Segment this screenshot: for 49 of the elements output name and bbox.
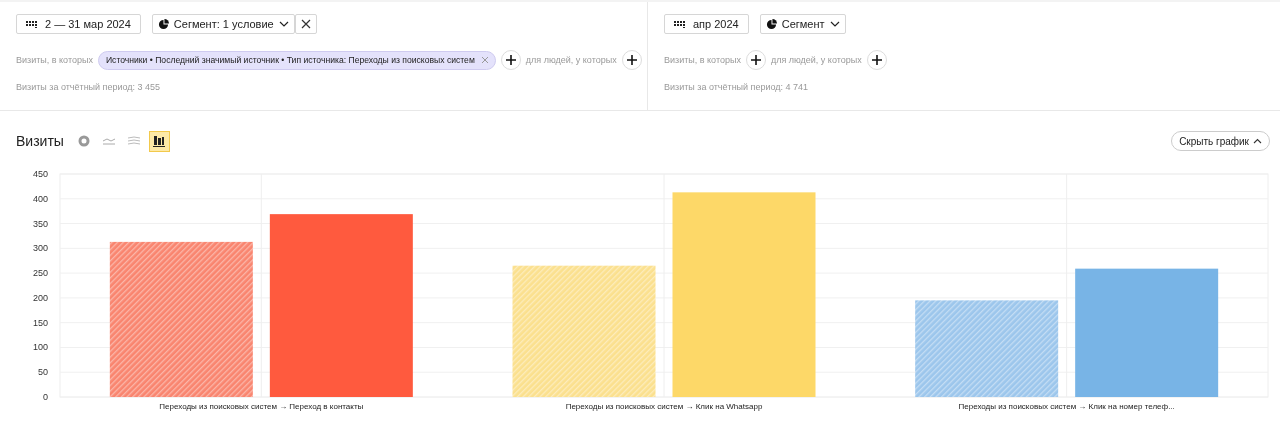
chevron-down-icon [829, 21, 840, 27]
condition-label: Визиты, в которых [664, 55, 741, 65]
close-icon [300, 19, 311, 29]
donut-chart-icon [78, 135, 91, 147]
plus-icon [871, 55, 882, 65]
x-axis-label: Переходы из поисковых систем → Клик на номер телеф... [958, 402, 1175, 411]
x-axis-label: Переходы из поисковых систем → Клик на Whatsapp [565, 402, 763, 411]
calendar-grid-icon [674, 20, 686, 28]
close-icon [480, 56, 489, 64]
condition-label: для людей, у которых [525, 55, 617, 65]
plus-icon [750, 55, 761, 65]
plus-icon [626, 55, 637, 65]
add-condition-button[interactable] [866, 50, 887, 70]
visits-total: Визиты за отчётный период: 4 741 [664, 82, 810, 92]
remove-segment-button[interactable] [294, 14, 317, 34]
y-axis-label: 300 [32, 243, 48, 254]
chevron-up-icon [1253, 138, 1262, 144]
calendar-grid-icon [26, 20, 38, 28]
area-chart-icon [128, 136, 141, 146]
add-condition-button[interactable] [745, 50, 766, 70]
y-axis-label: 50 [38, 367, 48, 378]
chart-type-button[interactable] [148, 130, 170, 152]
add-condition-button[interactable] [621, 50, 642, 70]
x-axis-label: Переходы из поисковых систем → Переход в контакты [159, 402, 364, 411]
pie-chart-icon [765, 18, 777, 30]
chevron-down-icon [278, 21, 289, 27]
y-axis-label: 200 [32, 292, 48, 303]
period-button[interactable]: апр 2024 [664, 14, 749, 34]
segment-button[interactable]: Сегмент: 1 условие [151, 14, 295, 34]
y-axis-label: 150 [32, 317, 48, 328]
chart-title: Визиты [16, 133, 64, 149]
y-axis-label: 350 [32, 218, 48, 229]
filter-chip[interactable]: Источники • Последний значимый источник • Тип источника: Переходы из поисковых систем [97, 50, 496, 70]
condition-label: Визиты, в которых [16, 55, 93, 65]
y-axis-label: 100 [32, 342, 48, 353]
condition-label: для людей, у которых [770, 55, 862, 65]
period-button[interactable]: 2 — 31 мар 2024 [16, 14, 141, 34]
y-axis-label: 450 [32, 169, 48, 179]
plus-icon [505, 55, 516, 65]
y-axis-label: 0 [43, 392, 48, 402]
segment-button[interactable]: Сегмент [759, 14, 846, 34]
visits-total: Визиты за отчётный период: 3 455 [16, 82, 162, 92]
y-axis-label: 250 [32, 268, 48, 279]
y-axis-label: 400 [32, 193, 48, 204]
pie-chart-icon [157, 18, 169, 30]
line-chart-icon [103, 137, 116, 145]
add-condition-button[interactable] [500, 50, 521, 70]
hide-chart-button[interactable]: Скрыть график [1171, 131, 1270, 151]
bar-chart-icon [153, 135, 166, 147]
